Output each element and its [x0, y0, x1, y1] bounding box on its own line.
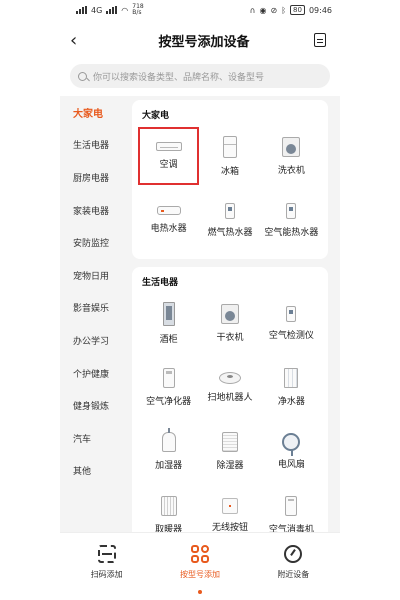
water-purifier-icon [284, 367, 299, 388]
section-living-appliances: 生活电器 酒柜 干衣机 空气检测仪 空气净化器 扫地机器人 净水器 加湿器 除湿… [132, 267, 328, 554]
section-title: 大家电 [142, 111, 170, 121]
sidebar-item-other[interactable]: 其他 [60, 455, 128, 488]
device-label: 电风扇 [277, 459, 305, 470]
electric-water-heater-icon [156, 206, 181, 215]
category-sidebar: 大家电 生活电器 厨房电器 家装电器 安防监控 宠物日用 影音娱乐 办公学习 个… [60, 96, 128, 568]
device-gas-water-heater[interactable]: 燃气热水器 [199, 191, 260, 249]
section-major-appliances: 大家电 空调 冰箱 洗衣机 电热水器 燃气热水器 空气能热水器 [132, 100, 328, 259]
tab-nearby-devices[interactable]: 附近设备 [247, 533, 340, 600]
air-monitor-icon [286, 305, 297, 322]
dehumidifier-icon [221, 431, 238, 452]
gas-water-heater-icon [224, 202, 235, 219]
device-label: 空气净化器 [146, 396, 192, 407]
mute-icon: ⊘ [270, 5, 278, 15]
sidebar-item-car[interactable]: 汽车 [60, 422, 128, 455]
app-screen: 4G ◠ 718 B/s ∩ ◉ ⊘ ᛒ 80 09:46 ‹ 按型号添加设备 … [60, 0, 340, 600]
device-label: 冰箱 [220, 166, 239, 177]
status-bar: 4G ◠ 718 B/s ∩ ◉ ⊘ ᛒ 80 09:46 [60, 0, 340, 20]
device-air-purifier[interactable]: 空气净化器 [138, 358, 199, 416]
search-placeholder: 你可以搜索设备类型、品牌名称、设备型号 [93, 72, 265, 83]
headphone-icon: ∩ [249, 5, 256, 15]
signal-icon [76, 6, 87, 14]
device-label: 扫地机器人 [207, 392, 253, 403]
sidebar-item-fitness[interactable]: 健身锻炼 [60, 389, 128, 422]
sidebar-item-personal-care[interactable]: 个护健康 [60, 357, 128, 390]
device-robot-vacuum[interactable]: 扫地机器人 [199, 358, 260, 416]
device-label: 酒柜 [159, 334, 178, 345]
device-air-energy-water-heater[interactable]: 空气能热水器 [261, 191, 322, 249]
air-purifier-icon [162, 367, 175, 388]
sidebar-item-office[interactable]: 办公学习 [60, 324, 128, 357]
robot-vacuum-icon [218, 371, 241, 384]
device-label: 无线按钮 [211, 522, 248, 533]
sidebar-item-home-improvement[interactable]: 家装电器 [60, 194, 128, 227]
sidebar-item-entertainment[interactable]: 影音娱乐 [60, 292, 128, 325]
air-conditioner-icon [155, 142, 182, 151]
signal-icon-2 [106, 6, 118, 14]
eye-icon: ◉ [259, 5, 267, 15]
device-label: 空调 [159, 160, 178, 170]
network-type: 4G [91, 5, 103, 15]
device-dryer[interactable]: 干衣机 [199, 294, 260, 352]
device-label: 空气检测仪 [268, 330, 314, 341]
device-label: 净水器 [277, 396, 305, 407]
device-wine-cabinet[interactable]: 酒柜 [138, 294, 199, 352]
device-water-purifier[interactable]: 净水器 [261, 358, 322, 416]
air-disinfector-icon [285, 495, 298, 516]
device-label: 除湿器 [216, 460, 244, 471]
active-indicator [197, 590, 202, 594]
battery-icon: 80 [290, 5, 305, 15]
device-electric-water-heater[interactable]: 电热水器 [138, 191, 199, 249]
device-label: 加湿器 [155, 460, 183, 471]
sidebar-item-pets[interactable]: 宠物日用 [60, 259, 128, 292]
device-list: 大家电 空调 冰箱 洗衣机 电热水器 燃气热水器 空气能热水器 生活电器 酒柜 … [128, 96, 340, 568]
tab-add-by-model[interactable]: 按型号添加 [153, 533, 247, 600]
device-air-conditioner[interactable]: 空调 [138, 127, 200, 185]
bottom-tab-bar: 扫码添加 按型号添加 附近设备 [60, 532, 340, 600]
device-dehumidifier[interactable]: 除湿器 [199, 422, 260, 480]
device-fridge[interactable]: 冰箱 [199, 127, 260, 185]
tab-label: 扫码添加 [90, 570, 123, 579]
wireless-button-icon [221, 497, 238, 514]
section-title: 生活电器 [142, 278, 179, 288]
device-washing-machine[interactable]: 洗衣机 [261, 127, 322, 185]
heater-icon [160, 495, 177, 516]
dryer-icon [220, 303, 239, 324]
sidebar-item-kitchen[interactable]: 厨房电器 [60, 161, 128, 194]
fridge-icon [222, 135, 237, 158]
device-air-monitor[interactable]: 空气检测仪 [261, 294, 322, 352]
device-label: 燃气热水器 [207, 227, 253, 238]
page-title: 按型号添加设备 [158, 34, 250, 50]
device-label: 空气能热水器 [264, 227, 319, 238]
tab-scan-add[interactable]: 扫码添加 [60, 533, 153, 600]
nearby-icon [284, 545, 303, 563]
device-label: 洗衣机 [277, 165, 305, 176]
tab-label: 按型号添加 [179, 570, 220, 579]
sidebar-item-security[interactable]: 安防监控 [60, 226, 128, 259]
clock: 09:46 [308, 5, 332, 15]
electric-fan-icon [282, 432, 301, 456]
device-label: 电热水器 [150, 224, 187, 234]
washing-machine-icon [282, 136, 301, 157]
model-grid-icon [190, 545, 209, 563]
sidebar-item-living-appliances[interactable]: 生活电器 [60, 129, 128, 162]
device-humidifier[interactable]: 加湿器 [138, 422, 199, 480]
search-icon [78, 71, 87, 81]
back-icon[interactable]: ‹ [70, 30, 94, 51]
page-header: ‹ 按型号添加设备 [60, 20, 340, 60]
humidifier-icon [161, 427, 176, 452]
device-label: 干衣机 [216, 332, 244, 343]
search-input[interactable]: 你可以搜索设备类型、品牌名称、设备型号 [70, 64, 330, 88]
tab-label: 附近设备 [277, 570, 310, 579]
document-icon[interactable] [313, 33, 326, 47]
device-electric-fan[interactable]: 电风扇 [261, 422, 322, 480]
network-speed: 718 B/s [132, 3, 144, 16]
bluetooth-icon: ᛒ [281, 5, 287, 15]
scan-icon [97, 545, 116, 563]
wine-cabinet-icon [162, 301, 175, 326]
sidebar-item-major-appliances[interactable]: 大家电 [60, 96, 128, 129]
wifi-icon: ◠ [121, 5, 129, 15]
air-energy-water-heater-icon [286, 202, 297, 219]
